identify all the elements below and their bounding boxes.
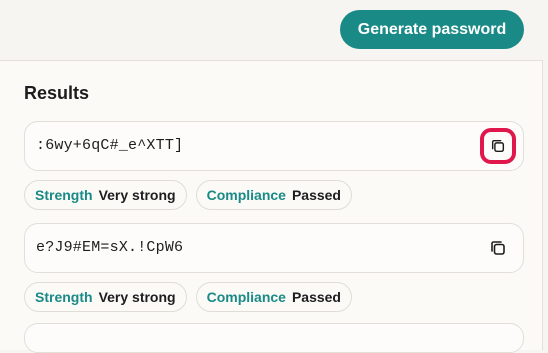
- result-row: e?J9#EM=sX.!CpW6: [24, 223, 524, 273]
- generate-password-button[interactable]: Generate password: [340, 10, 524, 49]
- strength-label: Strength: [35, 187, 93, 203]
- password-value[interactable]: :6wy+6qC#_e^XTT]: [36, 137, 183, 154]
- result-badges: Strength Very strong Compliance Passed: [24, 282, 352, 312]
- result-badges: Strength Very strong Compliance Passed: [24, 180, 352, 210]
- copy-icon: [491, 241, 505, 255]
- results-panel: Results :6wy+6qC#_e^XTT] Strength Very s…: [0, 60, 543, 350]
- copy-button[interactable]: [480, 230, 516, 266]
- top-bar: Generate password: [0, 0, 548, 60]
- result-row-partial: [24, 323, 524, 353]
- copy-icon: [491, 139, 505, 153]
- strength-value: Very strong: [98, 187, 176, 203]
- compliance-badge: Compliance Passed: [195, 180, 352, 210]
- strength-badge: Strength Very strong: [24, 282, 187, 312]
- compliance-label: Compliance: [206, 187, 286, 203]
- strength-value: Very strong: [98, 289, 176, 305]
- compliance-label: Compliance: [206, 289, 286, 305]
- password-value[interactable]: e?J9#EM=sX.!CpW6: [36, 239, 183, 256]
- compliance-value: Passed: [291, 187, 341, 203]
- results-title: Results: [24, 83, 90, 103]
- compliance-badge: Compliance Passed: [195, 282, 352, 312]
- strength-badge: Strength Very strong: [24, 180, 187, 210]
- strength-label: Strength: [35, 289, 93, 305]
- copy-button[interactable]: [480, 128, 516, 164]
- result-row: :6wy+6qC#_e^XTT]: [24, 121, 524, 171]
- compliance-value: Passed: [291, 289, 341, 305]
